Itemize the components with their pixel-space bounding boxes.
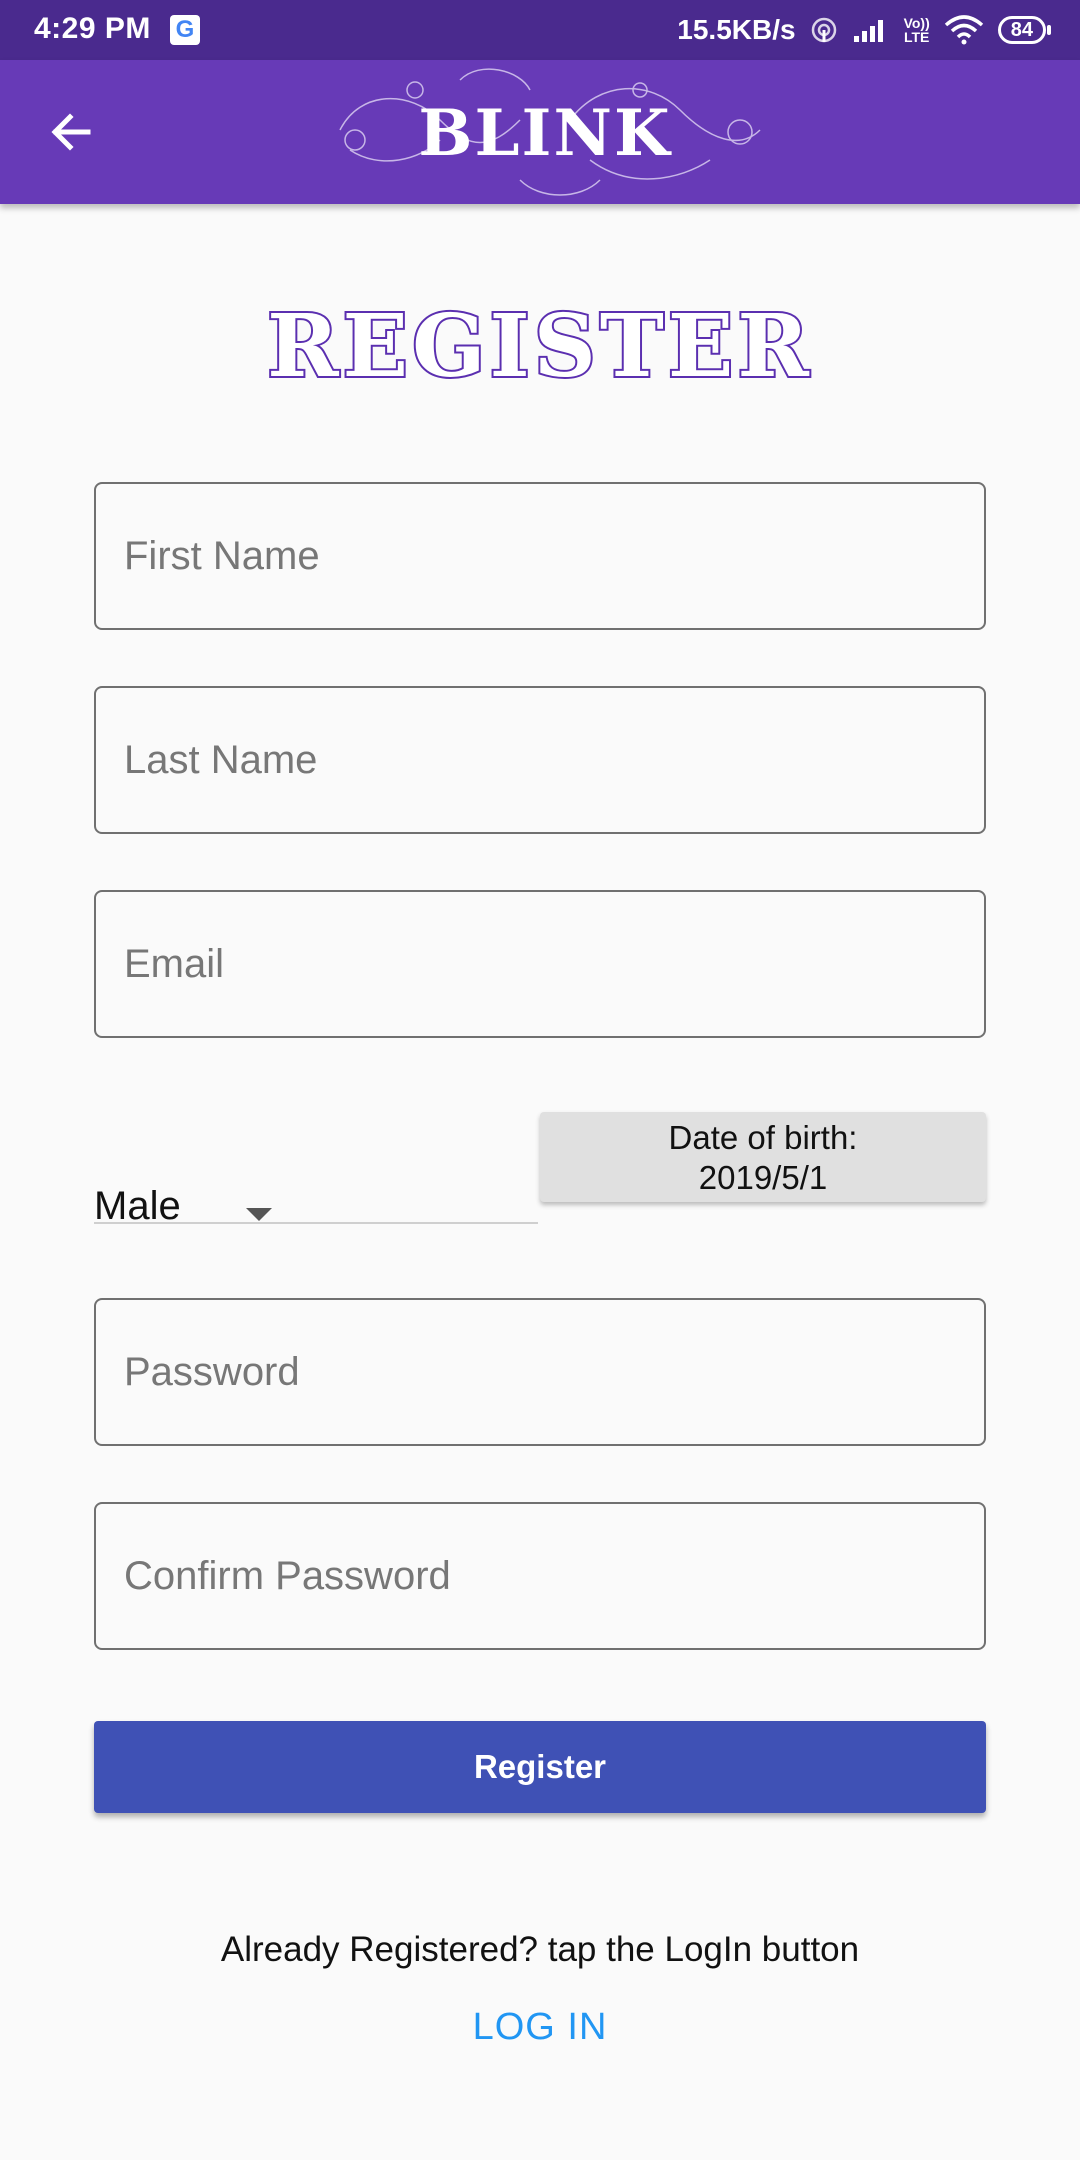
last-name-input[interactable] <box>94 686 986 834</box>
wifi-icon <box>944 15 983 45</box>
password-input[interactable] <box>94 1298 986 1446</box>
dob-label: Date of birth: <box>668 1119 858 1156</box>
confirm-password-input[interactable] <box>94 1502 986 1650</box>
email-input[interactable] <box>94 890 986 1038</box>
app-logo-text: BLINK <box>418 96 672 171</box>
network-speed: 15.5KB/s <box>677 14 796 45</box>
login-button[interactable]: LOG IN <box>0 2006 1080 2049</box>
register-button[interactable]: Register <box>94 1721 986 1813</box>
dob-value: 2019/5/1 <box>698 1159 828 1196</box>
signal-icon <box>853 20 883 42</box>
status-bar: 4:29 PM G 15.5KB/s Vo)) LTE 84 <box>0 0 1080 60</box>
app-bar: BLINK <box>0 60 1080 204</box>
volte-icon: Vo)) LTE <box>903 15 930 45</box>
app-logo: BLINK <box>320 60 770 204</box>
battery-level: 84 <box>1010 18 1033 41</box>
status-icons: 15.5KB/s Vo)) LTE 84 <box>677 10 1052 50</box>
hotspot-icon <box>811 17 836 43</box>
battery-icon: 84 <box>997 16 1052 44</box>
gender-value: Male <box>94 1184 181 1228</box>
google-icon: G <box>170 15 200 45</box>
arrow-left-icon <box>51 113 91 151</box>
date-of-birth-button[interactable]: Date of birth: 2019/5/1 <box>540 1112 986 1202</box>
first-name-input[interactable] <box>94 482 986 630</box>
back-button[interactable] <box>40 100 104 164</box>
status-time: 4:29 PM <box>34 12 151 45</box>
gender-dropdown[interactable]: Male <box>94 1170 538 1228</box>
page-title: REGISTER <box>265 294 813 399</box>
already-registered-text: Already Registered? tap the LogIn button <box>220 1930 860 1969</box>
caret-down-icon <box>246 1208 272 1221</box>
